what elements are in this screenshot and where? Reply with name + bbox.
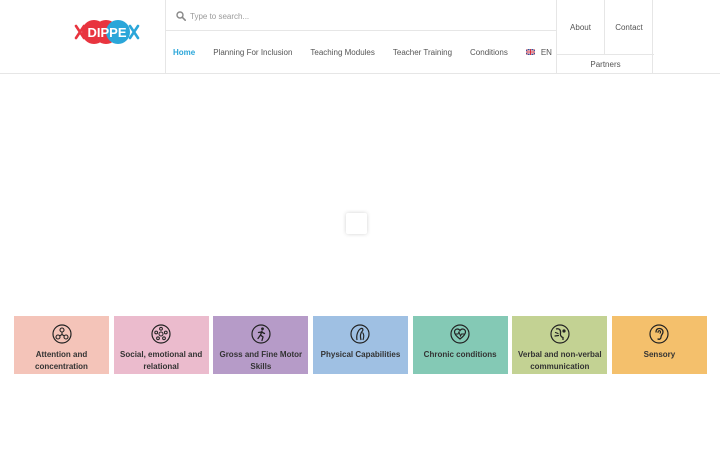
communication-icon: [550, 324, 570, 344]
tile-label: Sensory: [643, 350, 676, 359]
utility-top-row: About Contact: [557, 0, 654, 55]
loading-spinner: [346, 213, 367, 234]
nav-item-planning-for-inclusion[interactable]: Planning For Inclusion: [213, 48, 292, 57]
tile-communication[interactable]: Verbal and non-verbal communication: [512, 316, 608, 374]
ear-icon: [649, 324, 670, 344]
svg-text:DIPPE: DIPPE: [87, 25, 126, 40]
search-input[interactable]: [190, 6, 530, 26]
nav-item-partners[interactable]: Partners: [557, 55, 654, 73]
site-header: DIPPE Home Planning For Inclusion Teachi…: [0, 0, 720, 74]
tile-label: Verbal and non-verbal communication: [517, 350, 602, 371]
category-tiles: Attention and concentration Social, emot…: [14, 316, 707, 374]
dippex-logo: DIPPE: [74, 20, 140, 44]
motor-icon: [251, 324, 271, 344]
physical-icon: [350, 324, 371, 344]
nav-item-home[interactable]: Home: [173, 48, 195, 57]
tile-label: Chronic conditions: [423, 350, 497, 359]
attention-icon: [51, 324, 72, 344]
search-bar: [166, 0, 556, 31]
social-icon: [151, 324, 171, 344]
search-icon[interactable]: [176, 11, 186, 21]
main-nav: Home Planning For Inclusion Teaching Mod…: [166, 31, 556, 73]
nav-item-about[interactable]: About: [557, 0, 605, 55]
nav-item-teaching-modules[interactable]: Teaching Modules: [310, 48, 374, 57]
tile-sensory[interactable]: Sensory: [611, 316, 707, 374]
uk-flag-icon: [525, 49, 535, 55]
tile-physical[interactable]: Physical Capabilities: [312, 316, 408, 374]
language-switcher[interactable]: EN: [525, 47, 552, 57]
nav-item-conditions[interactable]: Conditions: [470, 48, 508, 57]
utility-nav: About Contact Partners: [556, 0, 654, 73]
logo-area: DIPPE: [0, 0, 166, 73]
tile-label: Gross and Fine Motor Skills: [219, 350, 303, 371]
tile-chronic[interactable]: Chronic conditions: [412, 316, 508, 374]
tile-motor-skills[interactable]: Gross and Fine Motor Skills: [213, 316, 309, 374]
tile-label: Attention and concentration: [35, 350, 88, 371]
language-label: EN: [540, 47, 552, 57]
tile-attention[interactable]: Attention and concentration: [14, 316, 109, 374]
tile-social[interactable]: Social, emotional and relational: [113, 316, 209, 374]
nav-item-contact[interactable]: Contact: [605, 0, 653, 55]
heart-icon: [450, 324, 470, 344]
nav-item-teacher-training[interactable]: Teacher Training: [393, 48, 452, 57]
tile-label: Social, emotional and relational: [120, 350, 203, 371]
tile-label: Physical Capabilities: [320, 350, 401, 359]
